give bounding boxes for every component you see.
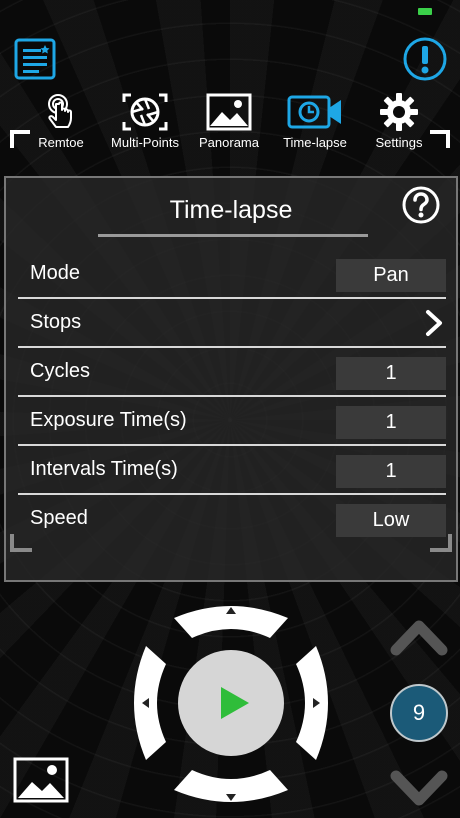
tab-time-lapse[interactable]: Time-lapse bbox=[270, 92, 360, 150]
panel-bracket-left bbox=[10, 534, 32, 552]
chevron-down-icon bbox=[390, 770, 448, 806]
settings-list: Mode Pan Stops Cycles 1 Exposure Time(s)… bbox=[18, 250, 446, 544]
row-stops[interactable]: Stops bbox=[18, 299, 446, 348]
step-up-button[interactable] bbox=[390, 616, 448, 660]
row-label: Mode bbox=[30, 262, 81, 284]
row-label: Intervals Time(s) bbox=[30, 458, 178, 480]
document-list-icon bbox=[14, 38, 56, 80]
help-button[interactable] bbox=[402, 186, 440, 224]
row-cycles[interactable]: Cycles 1 bbox=[18, 348, 446, 397]
row-intervals-time[interactable]: Intervals Time(s) 1 bbox=[18, 446, 446, 495]
count-badge[interactable]: 9 bbox=[390, 684, 448, 742]
title-divider bbox=[98, 234, 368, 237]
pan-up-button[interactable] bbox=[170, 596, 292, 640]
panorama-image-icon bbox=[206, 93, 252, 131]
tab-label: Multi-Points bbox=[111, 135, 179, 150]
pan-right-button[interactable] bbox=[294, 642, 338, 764]
touch-hand-icon bbox=[48, 94, 72, 128]
pan-left-button[interactable] bbox=[124, 642, 168, 764]
time-lapse-panel: Time-lapse Mode Pan Stops Cycles 1 Expos… bbox=[4, 176, 458, 582]
question-mark-icon bbox=[402, 186, 440, 224]
speed-value[interactable]: Low bbox=[336, 504, 446, 537]
panel-bracket-right bbox=[430, 534, 452, 552]
mode-value[interactable]: Pan bbox=[336, 259, 446, 292]
document-list-button[interactable] bbox=[14, 38, 56, 80]
battery-indicator bbox=[418, 8, 432, 15]
timelapse-camera-icon bbox=[287, 95, 341, 129]
row-label: Speed bbox=[30, 507, 88, 529]
tab-label: Panorama bbox=[199, 135, 259, 150]
exposure-time-value[interactable]: 1 bbox=[336, 406, 446, 439]
exclamation-icon bbox=[403, 37, 447, 81]
tab-settings[interactable]: Settings bbox=[354, 92, 444, 150]
pan-down-button[interactable] bbox=[170, 768, 292, 812]
panel-title: Time-lapse bbox=[169, 196, 293, 224]
cycles-value[interactable]: 1 bbox=[336, 357, 446, 390]
tab-multi-points[interactable]: Multi-Points bbox=[100, 92, 190, 150]
chevron-up-icon bbox=[390, 620, 448, 656]
row-exposure-time[interactable]: Exposure Time(s) 1 bbox=[18, 397, 446, 446]
gear-icon bbox=[380, 93, 418, 131]
mode-tab-bar: Remtoe Multi-Points Panorama Time-lapse bbox=[0, 92, 460, 154]
chevron-right-icon bbox=[426, 310, 442, 336]
tab-remote[interactable]: Remtoe bbox=[16, 92, 106, 150]
play-button[interactable] bbox=[178, 650, 284, 756]
gallery-button[interactable] bbox=[12, 756, 70, 804]
row-mode[interactable]: Mode Pan bbox=[18, 250, 446, 299]
image-gallery-icon bbox=[13, 757, 69, 803]
tab-label: Remtoe bbox=[38, 135, 84, 150]
tab-label: Time-lapse bbox=[283, 135, 347, 150]
direction-pad bbox=[124, 596, 338, 812]
tab-label: Settings bbox=[375, 135, 423, 150]
step-down-button[interactable] bbox=[390, 766, 448, 810]
row-label: Stops bbox=[30, 311, 82, 333]
row-speed[interactable]: Speed Low bbox=[18, 495, 446, 544]
tab-panorama[interactable]: Panorama bbox=[184, 92, 274, 150]
play-icon bbox=[221, 687, 249, 719]
row-label: Cycles bbox=[30, 360, 91, 382]
aperture-icon bbox=[122, 93, 168, 131]
alert-button[interactable] bbox=[402, 36, 448, 82]
intervals-time-value[interactable]: 1 bbox=[336, 455, 446, 488]
row-label: Exposure Time(s) bbox=[30, 409, 187, 431]
